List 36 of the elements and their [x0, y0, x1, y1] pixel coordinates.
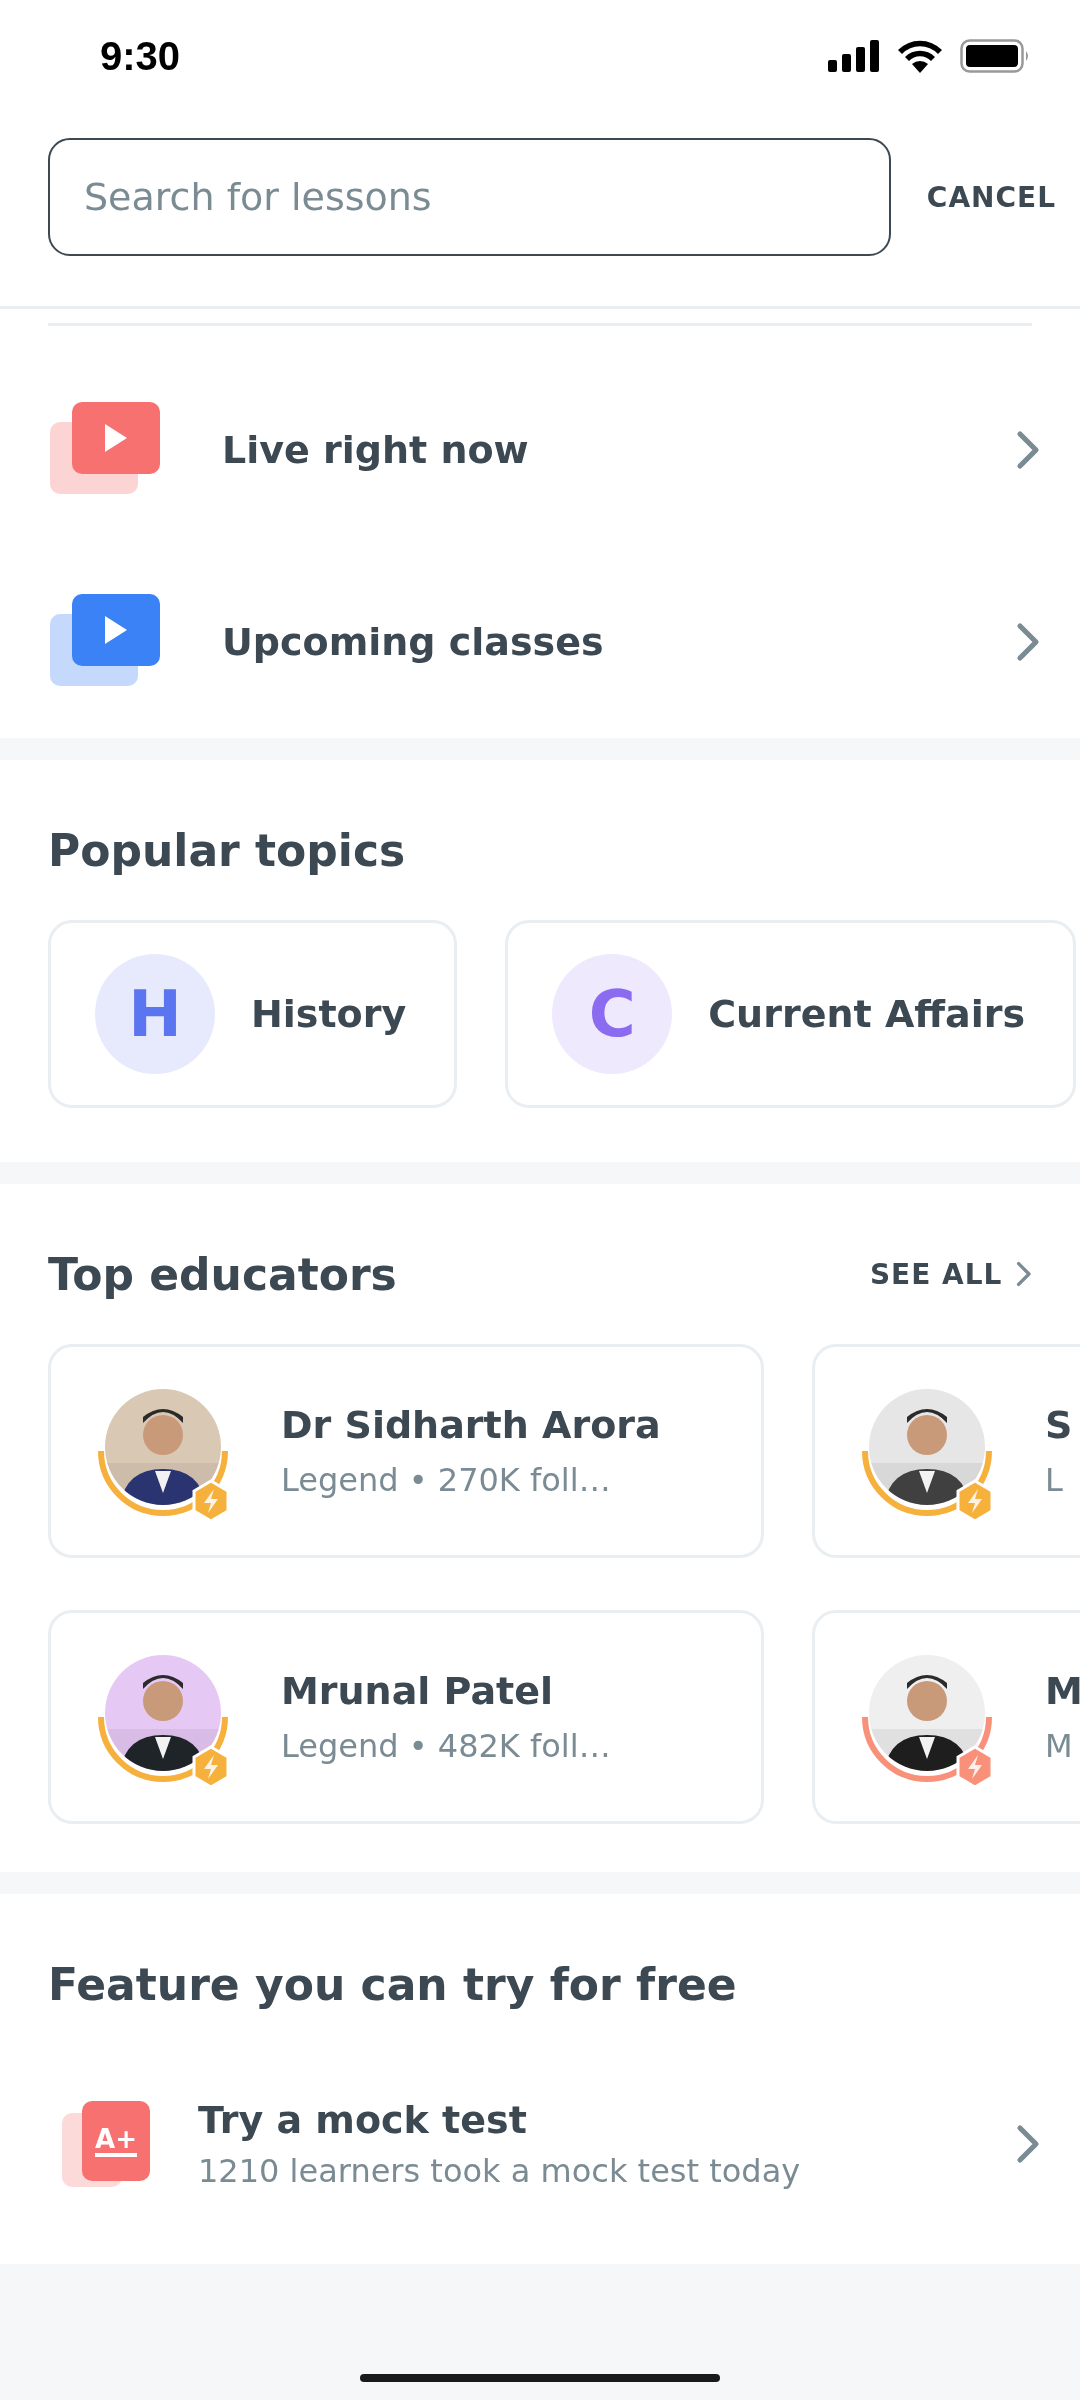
topic-card[interactable]: H History — [48, 920, 458, 1108]
topic-label: History — [251, 992, 407, 1036]
educator-meta: Legend • 482K foll… — [281, 1727, 611, 1765]
cancel-button[interactable]: CANCEL — [926, 180, 1056, 214]
chevron-right-icon — [1016, 1261, 1032, 1287]
quick-link[interactable]: Upcoming classes — [222, 620, 1016, 664]
chevron-right-icon — [1016, 430, 1040, 470]
educator-meta: Legend • 270K foll… — [281, 1461, 612, 1499]
section-title: Feature you can try for free — [48, 1958, 737, 2010]
section-title: Top educators — [48, 1248, 397, 1300]
educator-card[interactable]: S L — [812, 1344, 1080, 1558]
quick-link[interactable]: Live right now — [222, 428, 1016, 472]
see-all-link[interactable]: SEE ALL — [869, 1257, 1032, 1291]
educator-card[interactable]: M M — [812, 1610, 1080, 1824]
educator-name: Dr Sidharth Arora — [281, 1403, 661, 1447]
wifi-icon — [896, 39, 944, 73]
educator-meta: M — [1045, 1727, 1074, 1765]
chevron-right-icon — [1016, 2124, 1040, 2164]
topic-label: Current Affairs — [708, 992, 1026, 1036]
educator-card[interactable]: Mrunal Patel Legend • 482K foll… — [48, 1610, 764, 1824]
topic-card[interactable]: C Current Affairs — [505, 920, 1077, 1108]
feature-subtitle: 1210 learners took a mock test today — [198, 2152, 802, 2190]
topic-letter-icon: H — [95, 954, 215, 1074]
educator-meta: L — [1045, 1461, 1064, 1499]
educator-card[interactable]: Dr Sidharth Arora Legend • 270K foll… — [48, 1344, 764, 1558]
search-field[interactable]: Search for lessons — [48, 138, 891, 256]
feature-title[interactable]: Try a mock test — [198, 2098, 1016, 2142]
battery-icon — [960, 39, 1030, 73]
section-title: Popular topics — [48, 824, 406, 876]
chevron-right-icon — [1016, 622, 1040, 662]
educator-name: Mrunal Patel — [281, 1669, 554, 1713]
status-time: 9:30 — [100, 33, 181, 79]
topic-letter-icon: C — [552, 954, 673, 1074]
signal-icon — [828, 40, 880, 72]
educator-name: M — [1045, 1669, 1080, 1713]
educator-name: S — [1045, 1403, 1073, 1447]
